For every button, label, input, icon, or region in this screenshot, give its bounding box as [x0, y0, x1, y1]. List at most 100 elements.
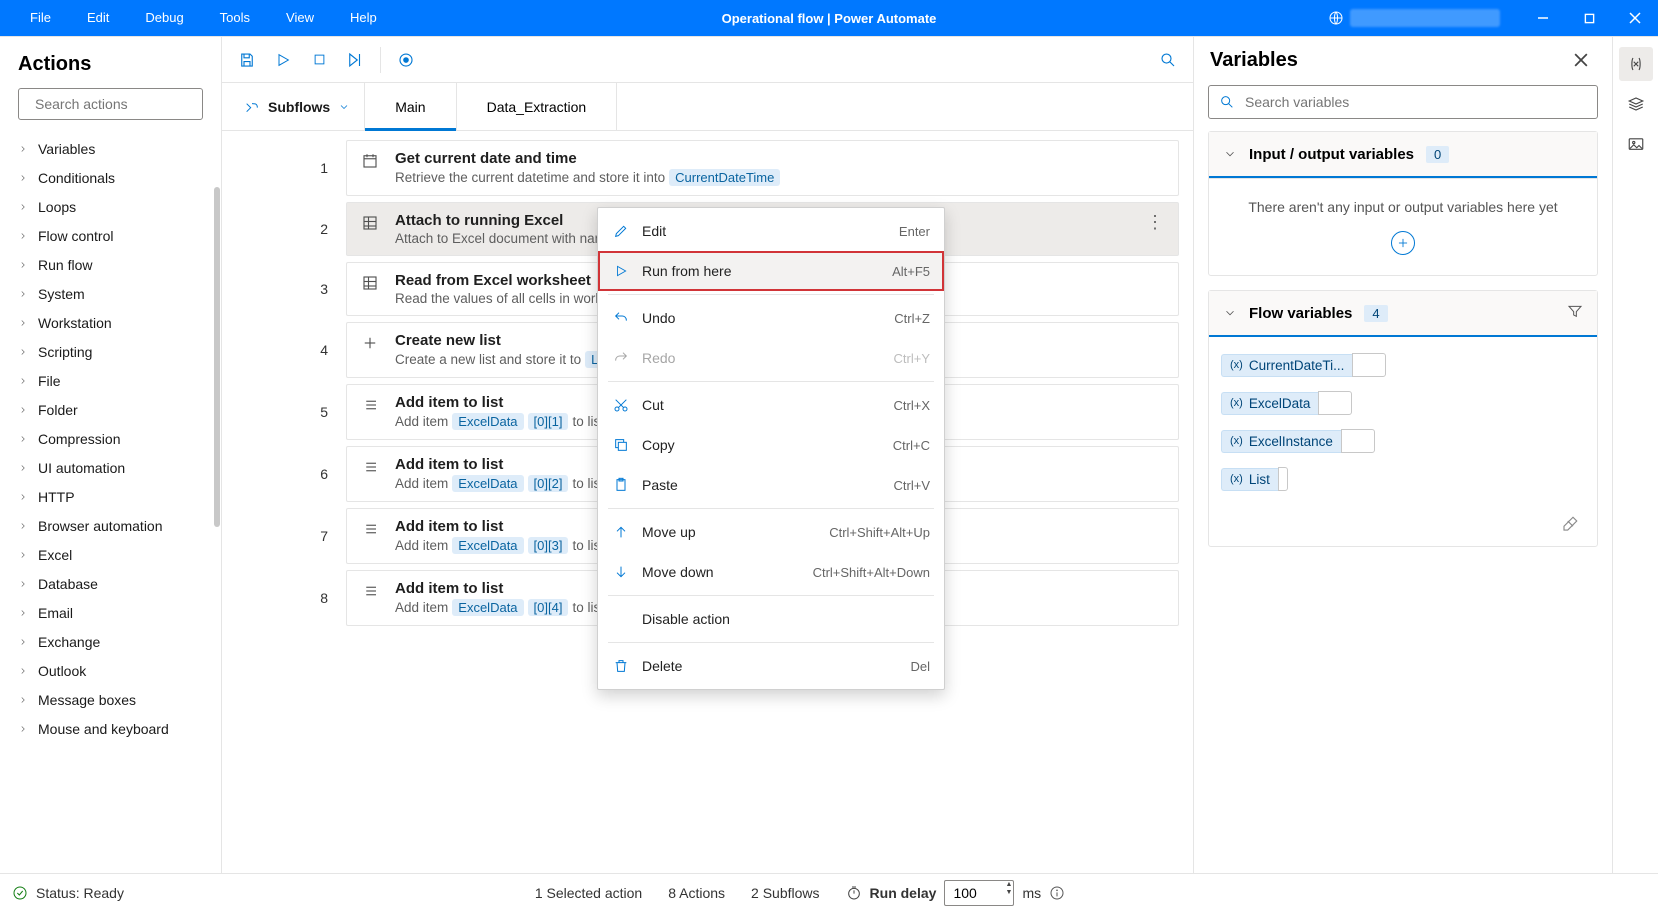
menu-help[interactable]: Help — [332, 0, 395, 36]
actions-category[interactable]: System — [10, 279, 215, 308]
actions-panel: Actions VariablesConditionalsLoopsFlow c… — [0, 37, 222, 873]
actions-category[interactable]: Run flow — [10, 250, 215, 279]
context-menu-label: Cut — [642, 397, 664, 413]
context-menu-item: RedoCtrl+Y — [598, 338, 944, 378]
context-menu-label: Redo — [642, 350, 675, 366]
status-ok-icon — [12, 885, 28, 901]
images-rail-button[interactable] — [1619, 127, 1653, 161]
subflows-label: Subflows — [268, 99, 330, 115]
close-variables-button[interactable] — [1566, 45, 1596, 75]
flow-variables-section: Flow variables 4 (x)CurrentDateTi... (x)E… — [1208, 290, 1598, 547]
context-menu-item[interactable]: Move downCtrl+Shift+Alt+Down — [598, 552, 944, 592]
action-more-button[interactable]: ⋮ — [1146, 213, 1166, 231]
actions-category[interactable]: Excel — [10, 540, 215, 569]
actions-category[interactable]: Compression — [10, 424, 215, 453]
minimize-button[interactable] — [1520, 0, 1566, 36]
actions-scrollbar[interactable] — [214, 187, 220, 527]
record-button[interactable] — [389, 43, 423, 77]
context-menu-item[interactable]: Disable action — [598, 599, 944, 639]
flow-variable[interactable]: (x)List — [1221, 467, 1585, 491]
action-title: Add item to list — [395, 580, 604, 597]
context-menu-item[interactable]: EditEnter — [598, 211, 944, 251]
action-title: Attach to running Excel — [395, 212, 606, 229]
context-menu-shortcut: Ctrl+X — [894, 398, 930, 413]
actions-category[interactable]: Email — [10, 598, 215, 627]
flow-variable[interactable]: (x)ExcelInstance — [1221, 429, 1585, 453]
actions-category[interactable]: Outlook — [10, 656, 215, 685]
action-card[interactable]: Get current date and timeRetrieve the cu… — [346, 140, 1179, 196]
context-menu-item[interactable]: CopyCtrl+C — [598, 425, 944, 465]
variables-search[interactable] — [1208, 85, 1598, 119]
context-menu-item[interactable]: Move upCtrl+Shift+Alt+Up — [598, 512, 944, 552]
flow-variable[interactable]: (x)ExcelData — [1221, 391, 1585, 415]
actions-search[interactable] — [18, 88, 203, 120]
action-description: Create a new list and store it to Li — [395, 351, 607, 368]
actions-category[interactable]: Folder — [10, 395, 215, 424]
action-icon — [361, 580, 381, 616]
run-next-button[interactable] — [338, 43, 372, 77]
right-rail — [1612, 37, 1658, 873]
menu-view[interactable]: View — [268, 0, 332, 36]
variables-rail-button[interactable] — [1619, 47, 1653, 81]
context-menu-item[interactable]: Cut Ctrl+X — [598, 385, 944, 425]
trash-icon — [612, 658, 630, 674]
ui-elements-rail-button[interactable] — [1619, 87, 1653, 121]
actions-category[interactable]: File — [10, 366, 215, 395]
menu-file[interactable]: File — [12, 0, 69, 36]
actions-category[interactable]: Workstation — [10, 308, 215, 337]
actions-search-input[interactable] — [35, 96, 216, 112]
actions-category[interactable]: Message boxes — [10, 685, 215, 714]
context-menu-shortcut: Ctrl+Z — [894, 311, 930, 326]
actions-category[interactable]: Variables — [10, 134, 215, 163]
subflows-dropdown[interactable]: Subflows — [230, 83, 364, 130]
actions-category[interactable]: Browser automation — [10, 511, 215, 540]
actions-category[interactable]: UI automation — [10, 453, 215, 482]
save-button[interactable] — [230, 43, 264, 77]
action-icon — [361, 394, 381, 430]
pencil-icon — [612, 223, 630, 239]
actions-category[interactable]: Flow control — [10, 221, 215, 250]
flow-variables-title: Flow variables — [1249, 305, 1352, 322]
tab-main[interactable]: Main — [364, 83, 456, 130]
info-icon[interactable] — [1049, 885, 1065, 901]
search-flow-button[interactable] — [1151, 43, 1185, 77]
context-menu-label: Undo — [642, 310, 675, 326]
actions-category[interactable]: Database — [10, 569, 215, 598]
step-number: 1 — [250, 137, 346, 199]
run-delay-input[interactable] — [944, 880, 1014, 906]
menu-tools[interactable]: Tools — [202, 0, 268, 36]
io-variables-header[interactable]: Input / output variables 0 — [1209, 132, 1597, 176]
add-io-variable-button[interactable] — [1391, 231, 1415, 255]
flow-variables-header[interactable]: Flow variables 4 — [1209, 291, 1597, 335]
menu-debug[interactable]: Debug — [127, 0, 201, 36]
context-menu-item[interactable]: Run from hereAlt+F5 — [598, 251, 944, 291]
context-menu-shortcut: Del — [910, 659, 930, 674]
close-button[interactable] — [1612, 0, 1658, 36]
variables-search-input[interactable] — [1245, 94, 1587, 110]
redo-icon — [612, 350, 630, 366]
actions-tree[interactable]: VariablesConditionalsLoopsFlow controlRu… — [0, 128, 221, 873]
stop-button[interactable] — [302, 43, 336, 77]
actions-category[interactable]: HTTP — [10, 482, 215, 511]
actions-category[interactable]: Scripting — [10, 337, 215, 366]
environment-badge[interactable] — [1308, 9, 1520, 27]
eraser-icon[interactable] — [1561, 515, 1579, 538]
maximize-button[interactable] — [1566, 0, 1612, 36]
actions-category[interactable]: Conditionals — [10, 163, 215, 192]
tab-data-extraction[interactable]: Data_Extraction — [457, 83, 618, 130]
environment-name-blurred — [1350, 9, 1500, 27]
context-menu-item[interactable]: DeleteDel — [598, 646, 944, 686]
actions-category[interactable]: Mouse and keyboard — [10, 714, 215, 743]
context-menu-item[interactable]: PasteCtrl+V — [598, 465, 944, 505]
timer-icon — [846, 885, 862, 901]
actions-category[interactable]: Loops — [10, 192, 215, 221]
run-button[interactable] — [266, 43, 300, 77]
title-bar: File Edit Debug Tools View Help Operatio… — [0, 0, 1658, 36]
filter-icon[interactable] — [1567, 303, 1583, 323]
menu-edit[interactable]: Edit — [69, 0, 127, 36]
action-title: Add item to list — [395, 518, 604, 535]
context-menu-item[interactable]: Undo Ctrl+Z — [598, 298, 944, 338]
actions-category[interactable]: Exchange — [10, 627, 215, 656]
stepper-arrows[interactable]: ▲▼ — [1006, 881, 1013, 897]
flow-variable[interactable]: (x)CurrentDateTi... — [1221, 353, 1585, 377]
